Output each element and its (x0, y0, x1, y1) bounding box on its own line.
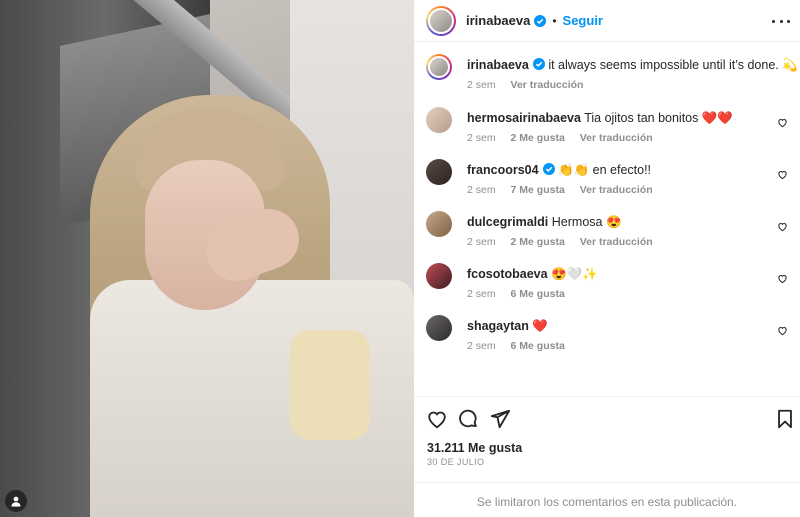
comment-icon[interactable] (457, 408, 479, 430)
author-username[interactable]: irinabaeva (466, 13, 530, 28)
comment-time[interactable]: 2 sem (467, 340, 496, 352)
comment-likes[interactable]: 2 Me gusta (511, 236, 565, 248)
comment-item: francoors04 👏👏 en efecto!! 2 sem 7 Me gu… (426, 159, 788, 199)
verified-badge-icon (534, 14, 547, 27)
comment-item: fcosotobaeva 😍🤍✨ 2 sem 6 Me gusta (426, 263, 788, 303)
author-avatar[interactable] (426, 5, 456, 36)
comment-text: Tia ojitos tan bonitos ❤️❤️ (584, 111, 733, 125)
post-date[interactable]: 30 DE JULIO (427, 457, 484, 467)
comment-item: shagaytan ❤️ 2 sem 6 Me gusta (426, 315, 788, 355)
heart-outline-icon[interactable] (777, 169, 788, 180)
bookmark-icon[interactable] (774, 408, 796, 430)
comment-likes[interactable]: 6 Me gusta (511, 288, 565, 300)
comment-username[interactable]: hermosairinabaeva (467, 111, 581, 125)
caption-username[interactable]: irinabaeva (467, 58, 529, 72)
share-icon[interactable] (489, 408, 511, 430)
caption-text: it always seems impossible until it’s do… (548, 58, 798, 72)
comments-list[interactable]: irinabaeva it always seems impossible un… (414, 42, 800, 396)
comment-username[interactable]: dulcegrimaldi (467, 215, 548, 229)
verified-badge-icon (532, 58, 545, 70)
header-separator: • (552, 13, 557, 28)
translate-button[interactable]: Ver traducción (580, 184, 653, 196)
author-avatar[interactable] (426, 54, 452, 80)
comment-text: 👏👏 en efecto!! (558, 163, 652, 177)
comment-likes[interactable]: 7 Me gusta (511, 184, 565, 196)
post-caption: irinabaeva it always seems impossible un… (426, 54, 798, 94)
comment-time[interactable]: 2 sem (467, 236, 496, 248)
post-photo[interactable] (0, 0, 414, 517)
comment-time[interactable]: 2 sem (467, 288, 496, 300)
translate-button[interactable]: Ver traducción (580, 236, 653, 248)
commenter-avatar[interactable] (426, 159, 452, 185)
commenter-avatar[interactable] (426, 263, 452, 289)
comment-item: hermosairinabaeva Tia ojitos tan bonitos… (426, 107, 788, 147)
comment-time[interactable]: 2 sem (467, 132, 496, 144)
comment-time[interactable]: 2 sem (467, 184, 496, 196)
comment-username[interactable]: francoors04 (467, 163, 539, 177)
post-actions: 31.211 Me gusta 30 DE JULIO Se limitaron… (414, 396, 800, 517)
heart-outline-icon[interactable] (777, 221, 788, 232)
post-side-panel: irinabaeva • Seguir irinabaeva it always… (414, 0, 800, 517)
comment-likes[interactable]: 2 Me gusta (511, 132, 565, 144)
heart-outline-icon[interactable] (777, 117, 788, 128)
translate-button[interactable]: Ver traducción (580, 132, 653, 144)
commenter-avatar[interactable] (426, 211, 452, 237)
comment-text: ❤️ (532, 319, 548, 333)
comment-likes[interactable]: 6 Me gusta (511, 340, 565, 352)
comment-item: dulcegrimaldi Hermosa 😍 2 sem 2 Me gusta… (426, 211, 788, 251)
heart-icon[interactable] (426, 408, 448, 430)
comment-username[interactable]: fcosotobaeva (467, 267, 548, 281)
verified-badge-icon (542, 163, 555, 175)
heart-outline-icon[interactable] (777, 325, 788, 336)
likes-count[interactable]: 31.211 Me gusta (427, 441, 522, 455)
more-icon[interactable] (772, 12, 790, 30)
translate-button[interactable]: Ver traducción (511, 79, 584, 91)
commenter-avatar[interactable] (426, 315, 452, 341)
heart-outline-icon[interactable] (777, 273, 788, 284)
post-header: irinabaeva • Seguir (414, 0, 800, 42)
photo-top (290, 330, 370, 440)
comment-text: 😍🤍✨ (551, 267, 598, 281)
comment-text: Hermosa 😍 (551, 215, 622, 229)
user-tag-icon[interactable] (5, 490, 27, 512)
caption-time[interactable]: 2 sem (467, 79, 496, 91)
commenter-avatar[interactable] (426, 107, 452, 133)
follow-button[interactable]: Seguir (563, 13, 603, 28)
comments-limited-notice: Se limitaron los comentarios en esta pub… (414, 482, 800, 517)
comment-username[interactable]: shagaytan (467, 319, 529, 333)
